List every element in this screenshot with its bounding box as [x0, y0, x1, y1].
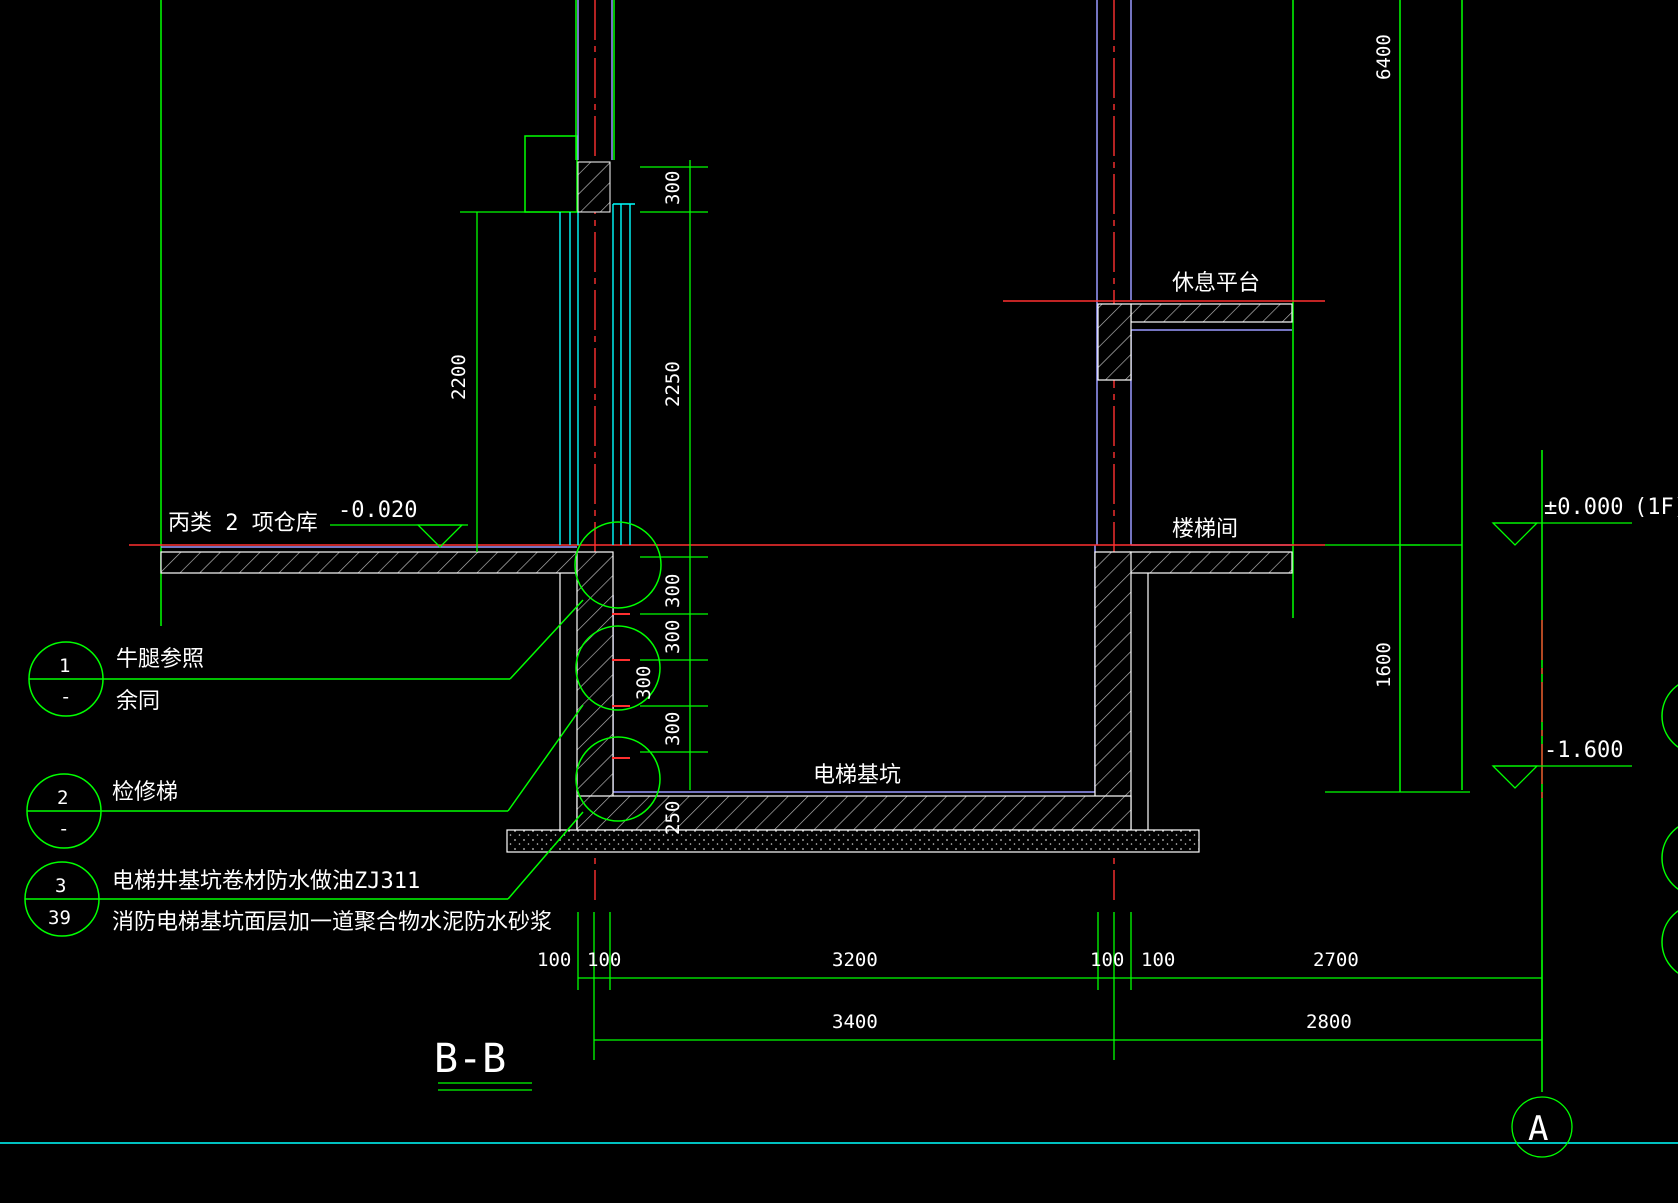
- callout-2-sub: -: [58, 818, 69, 840]
- label-rest-platform: 休息平台: [1172, 271, 1260, 296]
- dim-v-300-d: 300: [662, 712, 684, 746]
- dim-h-100-d: 100: [1141, 949, 1175, 971]
- label-warehouse: 丙类 2 项仓库: [168, 511, 318, 536]
- section-title: B-B: [434, 1036, 506, 1082]
- elevation-ground: ±0.000: [1544, 495, 1623, 520]
- callout-1-line1: 牛腿参照: [116, 647, 204, 672]
- section-drawing: 丙类 2 项仓库 -0.020 休息平台 楼梯间 ±0.000 (1F) -1.…: [0, 0, 1678, 1158]
- callout-3-line1: 电梯井基坑卷材防水做油ZJ311: [112, 869, 420, 894]
- wall-hatch-upper: [577, 161, 611, 213]
- dim-v-250: 250: [662, 801, 684, 835]
- shaft-wall-edges: [577, 0, 1292, 793]
- callout-2-line1: 检修梯: [112, 780, 178, 805]
- label-elevator-pit: 电梯基坑: [813, 763, 901, 788]
- dim-h-2800: 2800: [1306, 1011, 1352, 1033]
- elevation-warehouse: -0.020: [338, 498, 417, 523]
- elevation-pit: -1.600: [1544, 738, 1623, 763]
- floor-slabs: [160, 303, 1293, 574]
- callout-2-number: 2: [57, 787, 68, 809]
- dim-v-1600: 1600: [1373, 642, 1395, 688]
- callout-1-sub: -: [60, 686, 71, 708]
- dim-h-100-b: 100: [587, 949, 621, 971]
- dim-h-100-c: 100: [1090, 949, 1124, 971]
- dim-v-2200: 2200: [448, 354, 470, 400]
- dim-h-3200: 3200: [832, 949, 878, 971]
- maintenance-ladder: [559, 203, 635, 545]
- grid-axis-label: A: [1528, 1109, 1548, 1149]
- dim-v-300-c: 300: [633, 666, 655, 700]
- dim-h-100-a: 100: [537, 949, 571, 971]
- dim-v-300-top: 300: [662, 171, 684, 205]
- edge-grid-bubbles: [1661, 684, 1678, 974]
- dim-v-2250: 2250: [662, 361, 684, 407]
- callout-3-line2: 消防电梯基坑面层加一道聚合物水泥防水砂浆: [112, 910, 552, 935]
- dim-v-6400: 6400: [1373, 34, 1395, 80]
- dim-v-300-b: 300: [662, 620, 684, 654]
- callout-3-sub: 39: [48, 907, 71, 929]
- callout-3-number: 3: [55, 875, 66, 897]
- dimension-lines: [330, 160, 1632, 1158]
- floor-tag: (1F): [1634, 495, 1678, 520]
- callout-1-number: 1: [59, 655, 70, 677]
- dim-h-2700: 2700: [1313, 949, 1359, 971]
- callout-1-line2: 余同: [116, 689, 160, 714]
- dim-v-300-a: 300: [662, 574, 684, 608]
- elevator-pit-structure: [506, 551, 1200, 853]
- dim-h-3400: 3400: [832, 1011, 878, 1033]
- label-stairwell: 楼梯间: [1172, 517, 1238, 542]
